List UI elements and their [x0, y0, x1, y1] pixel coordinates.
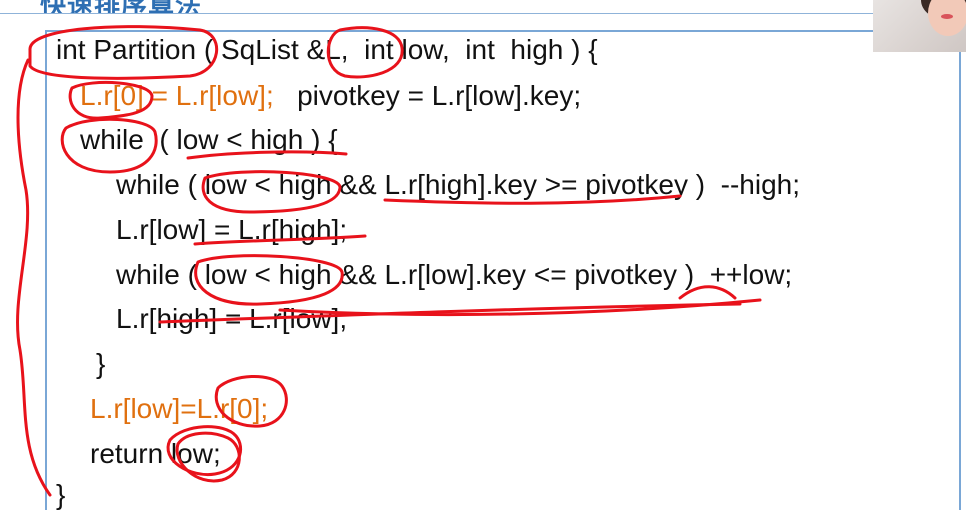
title-divider	[0, 13, 966, 14]
code-line-1: int Partition ( SqList &L, int low, int …	[56, 34, 598, 65]
slide-title-bar: 快速排序算法	[0, 0, 966, 14]
code-line-4: while ( low < high && L.r[high].key >= p…	[116, 169, 800, 200]
code-line-5: L.r[low] = L.r[high];	[116, 214, 348, 245]
code-line-2: L.r[0] = L.r[low]; pivotkey = L.r[low].k…	[80, 79, 581, 113]
code-line-3: while ( low < high ) {	[80, 124, 338, 155]
code-line-2-orange: L.r[0] = L.r[low];	[80, 80, 274, 111]
code-line-10: return low;	[90, 438, 221, 469]
code-line-11: }	[56, 479, 66, 510]
slide-title: 快速排序算法	[40, 0, 202, 14]
presenter-webcam	[873, 0, 966, 52]
code-line-6: while ( low < high && L.r[low].key <= pi…	[116, 259, 793, 290]
webcam-lips	[941, 14, 953, 19]
slide: 快速排序算法 int Partition ( SqList &L, int lo…	[0, 0, 966, 510]
code-line-7: L.r[high] = L.r[low];	[116, 303, 348, 334]
code-line-8: }	[96, 348, 106, 379]
code-line-9: L.r[low]=L.r[0];	[90, 393, 269, 424]
code-line-2-rest: pivotkey = L.r[low].key;	[273, 80, 582, 111]
